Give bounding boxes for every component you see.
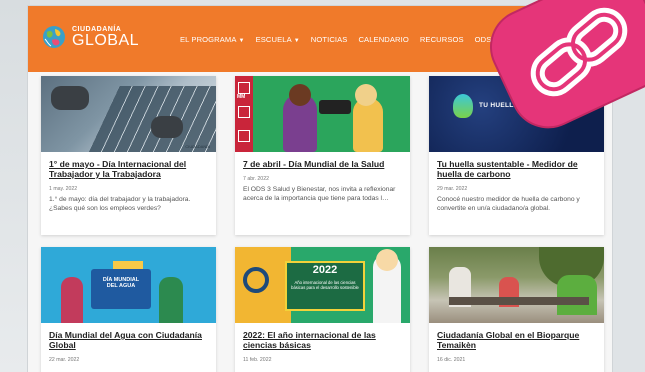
card-date: 1 may. 2022	[49, 185, 78, 192]
card-image-solar-panel[interactable]: CIUDADANÍA	[41, 76, 216, 152]
page-background	[0, 0, 30, 372]
image-year-text: 2022	[312, 264, 338, 276]
card-image-bioparque[interactable]	[429, 247, 604, 323]
news-card[interactable]: Ciudadanía Global en el Bioparque Temaik…	[429, 247, 604, 372]
card-excerpt: Conocé nuestro medidor de huella de carb…	[437, 195, 580, 212]
news-card[interactable]: 2022 Año internacional de las ciencias b…	[235, 247, 410, 372]
ods-box	[238, 106, 250, 118]
card-title-link[interactable]: 2022: El año internacional de las cienci…	[243, 330, 402, 351]
card-title-link[interactable]: 1° de mayo - Día Internacional del Traba…	[49, 159, 208, 180]
nav-el-programa-label: EL PROGRAMA	[180, 35, 237, 44]
image-badge-text: MM	[237, 94, 246, 100]
image-subtitle-text: Año internacional de las ciencias básica…	[291, 280, 359, 291]
table-shape	[449, 297, 589, 305]
card-body: Día Mundial del Agua con Ciudadanía Glob…	[41, 323, 216, 371]
card-body: Ciudadanía Global en el Bioparque Temaik…	[429, 323, 604, 371]
chevron-down-icon: ▼	[293, 38, 300, 44]
globe-logo-icon	[43, 26, 65, 48]
news-card[interactable]: MM 7 de abril - Día Mundial de la Salud …	[235, 76, 410, 235]
logo-wordmark: CIUDADANÍA GLOBAL	[72, 26, 139, 49]
person-shape	[557, 275, 597, 315]
footprint-icon	[453, 94, 473, 118]
logo-line-2: GLOBAL	[72, 31, 140, 49]
card-date: 11 feb. 2022	[243, 356, 272, 363]
illustration-scientist-head	[376, 249, 398, 271]
nav-recursos[interactable]: RECURSOS	[420, 35, 464, 44]
chevron-down-icon: ▼	[238, 38, 245, 44]
illustration-person	[159, 277, 183, 323]
nav-escuela-label: ESCUELA	[255, 35, 292, 44]
nav-escuela[interactable]: ESCUELA ▼	[256, 35, 300, 44]
nav-ods[interactable]: ODS	[475, 35, 492, 44]
image-title-text: DÍA MUNDIAL DEL AGUA	[102, 277, 140, 290]
card-date: 7 abr. 2022	[243, 175, 269, 182]
news-card[interactable]: CIUDADANÍA 1° de mayo - Día Internaciona…	[41, 76, 216, 235]
card-excerpt: 1.° de mayo: día del trabajador y la tra…	[49, 195, 191, 212]
card-date: 16 dic. 2021	[437, 356, 466, 363]
ods-box	[238, 130, 250, 142]
nav-calendario[interactable]: CALENDARIO	[358, 35, 408, 44]
glove-shape	[151, 116, 183, 138]
news-card[interactable]: DÍA MUNDIAL DEL AGUA Día Mundial del Agu…	[41, 247, 216, 372]
site-logo[interactable]: CIUDADANÍA GLOBAL	[42, 25, 139, 49]
card-title-link[interactable]: 7 de abril - Día Mundial de la Salud	[243, 159, 402, 170]
card-image-basic-sciences[interactable]: 2022 Año internacional de las ciencias b…	[235, 247, 410, 323]
main-menu: EL PROGRAMA ▼ ESCUELA ▼ NOTICIAS CALENDARI…	[180, 35, 510, 44]
card-body: 2022: El año internacional de las cienci…	[235, 323, 410, 371]
chain-link-icon	[530, 7, 628, 97]
magnifier-icon	[243, 267, 269, 293]
camera-icon	[319, 100, 351, 114]
illustration-boy-head	[355, 84, 377, 106]
solar-panel-shape	[82, 86, 216, 152]
card-date: 29 mar. 2022	[437, 185, 468, 192]
card-body: 7 de abril - Día Mundial de la Salud 7 a…	[235, 152, 410, 211]
illustration-person	[61, 277, 83, 323]
nav-el-programa[interactable]: EL PROGRAMA ▼	[180, 35, 245, 44]
image-watermark: CIUDADANÍA	[185, 144, 210, 149]
card-image-water-day[interactable]: DÍA MUNDIAL DEL AGUA	[41, 247, 216, 323]
nav-noticias[interactable]: NOTICIAS	[311, 35, 348, 44]
illustration-girl-head	[289, 84, 311, 106]
card-body: Tu huella sustentable - Medidor de huell…	[429, 152, 604, 221]
card-excerpt: El ODS 3 Salud y Bienestar, nos invita a…	[243, 185, 396, 203]
card-image-health-day[interactable]: MM	[235, 76, 410, 152]
card-body: 1° de mayo - Día Internacional del Traba…	[41, 152, 216, 221]
card-date: 22 mar. 2022	[49, 356, 80, 363]
card-title-link[interactable]: Ciudadanía Global en el Bioparque Temaik…	[437, 330, 596, 351]
ods-stripe	[235, 76, 253, 152]
illustration-boy	[353, 98, 383, 152]
card-title-link[interactable]: Día Mundial del Agua con Ciudadanía Glob…	[49, 330, 208, 351]
card-title-link[interactable]: Tu huella sustentable - Medidor de huell…	[437, 159, 596, 180]
ods-box	[238, 82, 250, 94]
glove-shape	[51, 86, 89, 110]
